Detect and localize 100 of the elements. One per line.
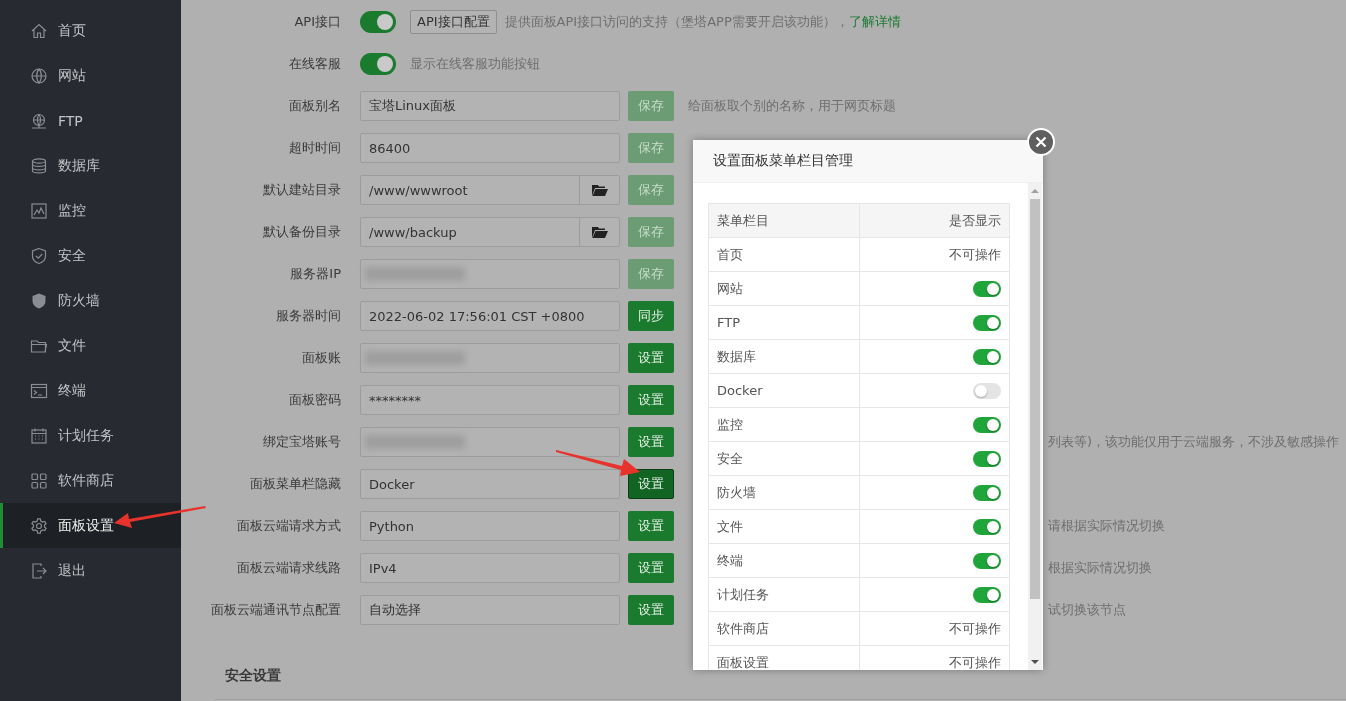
table-cell: 文件 [708, 509, 859, 544]
grid-icon [30, 471, 48, 490]
sidebar-item[interactable]: 首页 [0, 8, 181, 53]
table-cell: 监控 [708, 407, 859, 442]
close-button[interactable] [1027, 128, 1055, 156]
field-label: 面板云端请求方式 [236, 517, 341, 535]
scrollbar[interactable] [1028, 183, 1042, 670]
field-label: 绑定宝塔账号 [262, 433, 341, 451]
sidebar-item[interactable]: 退出 [0, 548, 181, 593]
toggle-switch[interactable] [973, 348, 1001, 365]
field-description: 根据实际情况切换 [1048, 559, 1152, 577]
set-button[interactable]: 设置 [628, 595, 674, 625]
toggle-switch[interactable] [973, 382, 1001, 399]
input-field[interactable]: Docker [360, 469, 620, 499]
table-cell: 防火墙 [708, 475, 859, 510]
input-field[interactable]: /www/backup [360, 217, 620, 247]
field-description: 列表等)，该功能仅用于云端服务，不涉及敏感操作 [1048, 433, 1340, 451]
field-label: 面板云端通讯节点配置 [210, 601, 341, 619]
field-label: 面板账 [301, 349, 341, 367]
calendar-icon [30, 426, 48, 445]
network-globe-icon [30, 111, 48, 130]
toggle-switch[interactable] [973, 280, 1001, 297]
input-field[interactable]: 自动选择 [360, 595, 620, 625]
set-button[interactable]: 设置 [628, 385, 674, 415]
sidebar-item[interactable]: 安全 [0, 233, 181, 278]
table-cell: 面板设置 [708, 645, 859, 670]
field-label: 默认备份目录 [262, 223, 341, 241]
input-field[interactable]: 宝塔Linux面板 [360, 91, 620, 121]
sidebar-item[interactable]: 面板设置 [0, 503, 181, 548]
sidebar-item[interactable]: 终端 [0, 368, 181, 413]
api-config-button[interactable]: API接口配置 [410, 10, 497, 34]
set-button[interactable]: 设置 [628, 553, 674, 583]
field-label: API接口 [293, 13, 341, 31]
terminal-icon [30, 381, 48, 400]
field-label: 服务器IP [289, 265, 341, 283]
sidebar-item[interactable]: 网站 [0, 53, 181, 98]
input-field[interactable] [360, 259, 620, 289]
table-cell: FTP [708, 305, 859, 340]
chart-icon [30, 201, 48, 220]
table-cell: 不可操作 [859, 237, 1010, 272]
table-cell: 不可操作 [859, 611, 1010, 646]
toggle-switch[interactable] [973, 314, 1001, 331]
toggle-switch[interactable] [360, 53, 396, 75]
table-cell: 安全 [708, 441, 859, 476]
toggle-switch[interactable] [973, 552, 1001, 569]
field-description: 给面板取个别的名称，用于网页标题 [688, 97, 896, 115]
input-field[interactable]: ******** [360, 385, 620, 415]
input-field[interactable]: 2022-06-02 17:56:01 CST +0800 [360, 301, 620, 331]
table-cell: 网站 [708, 271, 859, 306]
shield-icon [30, 291, 48, 310]
set-button[interactable]: 设置 [628, 343, 674, 373]
input-field[interactable]: /www/wwwroot [360, 175, 620, 205]
field-label: 在线客服 [288, 55, 341, 73]
sidebar-item[interactable]: 防火墙 [0, 278, 181, 323]
sidebar-item[interactable]: 软件商店 [0, 458, 181, 503]
field-label: 面板密码 [288, 391, 341, 409]
toggle-switch[interactable] [973, 484, 1001, 501]
dialog-title: 设置面板菜单栏目管理 [713, 152, 853, 170]
set-button[interactable]: 设置 [628, 469, 674, 499]
input-field[interactable] [360, 427, 620, 457]
sidebar-item[interactable]: FTP [0, 98, 181, 143]
database-icon [30, 156, 48, 175]
input-field[interactable]: 86400 [360, 133, 620, 163]
field-label: 超时时间 [288, 139, 341, 157]
table-cell: Docker [708, 373, 859, 408]
set-button[interactable]: 设置 [628, 427, 674, 457]
set-button[interactable]: 同步 [628, 301, 674, 331]
field-description: 显示在线客服功能按钮 [410, 55, 540, 73]
table-header: 是否显示 [859, 203, 1010, 238]
sidebar-item[interactable]: 计划任务 [0, 413, 181, 458]
settings-icon [30, 516, 48, 535]
field-label: 面板菜单栏隐藏 [249, 475, 341, 493]
toggle-switch[interactable] [973, 450, 1001, 467]
field-description: 提供面板API接口访问的支持（堡塔APP需要开启该功能），了解详情 [504, 13, 901, 31]
table-header: 菜单栏目 [708, 203, 859, 238]
field-description: 请根据实际情况切换 [1048, 517, 1165, 535]
field-label: 服务器时间 [275, 307, 341, 325]
input-field[interactable] [360, 343, 620, 373]
toggle-switch[interactable] [360, 11, 396, 33]
field-label: 面板云端请求线路 [236, 559, 341, 577]
sidebar-item[interactable]: 监控 [0, 188, 181, 233]
sidebar-item[interactable]: 数据库 [0, 143, 181, 188]
toggle-switch[interactable] [973, 586, 1001, 603]
field-label: 默认建站目录 [262, 181, 341, 199]
table-cell: 软件商店 [708, 611, 859, 646]
section-title: 安全设置 [225, 667, 282, 685]
table-cell: 终端 [708, 543, 859, 578]
table-cell: 数据库 [708, 339, 859, 374]
home-icon [30, 21, 48, 40]
field-label: 面板别名 [288, 97, 341, 115]
sidebar-item[interactable]: 文件 [0, 323, 181, 368]
field-description: 试切换该节点 [1048, 601, 1126, 619]
toggle-switch[interactable] [973, 518, 1001, 535]
input-field[interactable]: IPv4 [360, 553, 620, 583]
toggle-switch[interactable] [973, 416, 1001, 433]
shield-check-icon [30, 246, 48, 265]
input-field[interactable]: Python [360, 511, 620, 541]
close-icon [1035, 136, 1047, 148]
set-button[interactable]: 设置 [628, 511, 674, 541]
table-cell: 首页 [708, 237, 859, 272]
